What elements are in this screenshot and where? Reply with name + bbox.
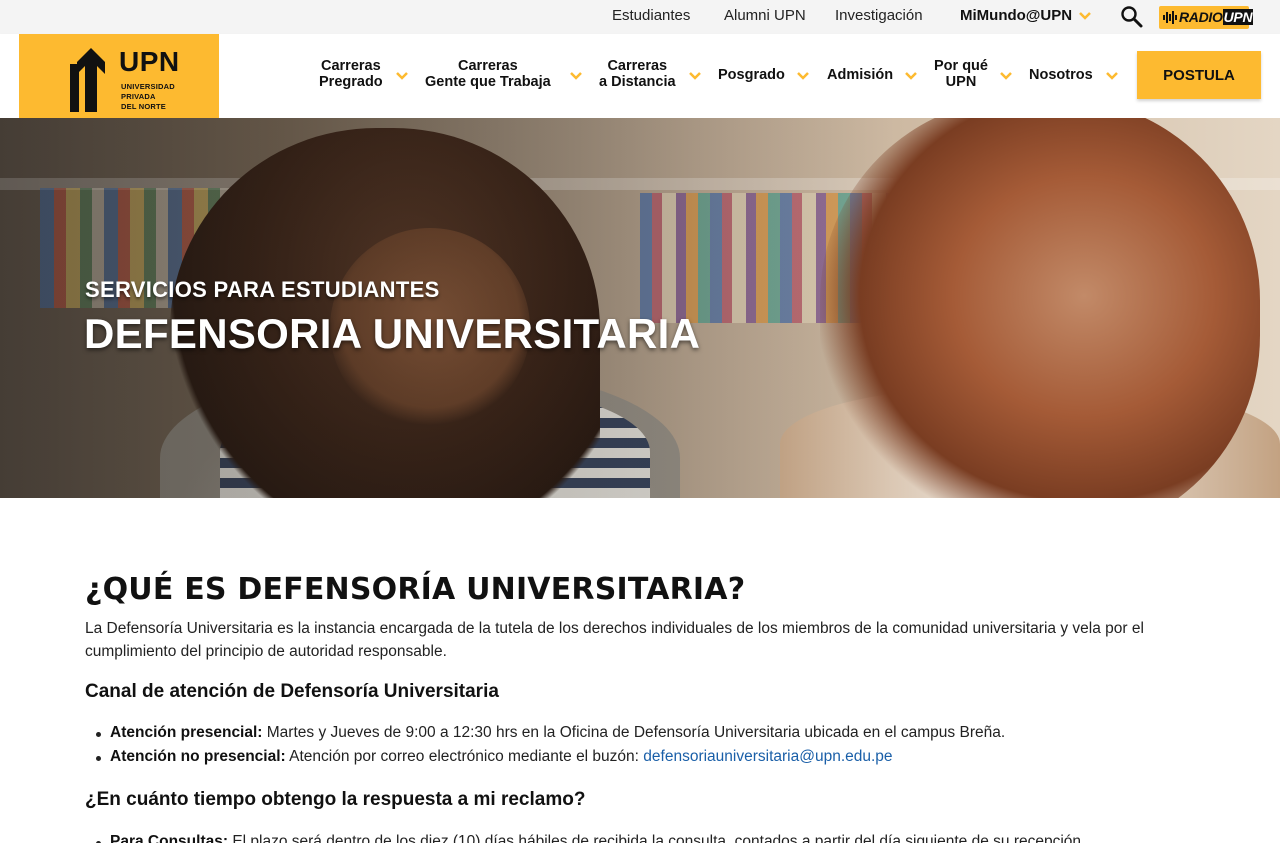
chevron-down-icon: [689, 72, 701, 80]
nav-label-line1: Carreras: [607, 58, 668, 74]
radio-label-part1: RADIO: [1179, 9, 1223, 25]
chevron-down-icon: [905, 72, 917, 80]
hero-title: DEFENSORIA UNIVERSITARIA: [84, 310, 701, 357]
utility-bar: Estudiantes Alumni UPN Investigación MiM…: [0, 0, 1280, 34]
email-link[interactable]: defensoriauniversitaria@upn.edu.pe: [643, 748, 892, 765]
logo-subtitle-line1: UNIVERSIDAD: [121, 82, 175, 91]
nav-nosotros[interactable]: Nosotros: [1029, 67, 1093, 83]
chevron-down-icon: [1079, 12, 1092, 20]
main-content: ¿QUÉ ES DEFENSORÍA UNIVERSITARIA? La Def…: [85, 570, 1195, 843]
item-text: Atención por correo electrónico mediante…: [285, 748, 644, 765]
nav-label-line2: Pregrado: [319, 74, 383, 90]
radio-label-part2: UPN: [1222, 9, 1254, 25]
nav-label-line2: Gente que Trabaja: [425, 74, 551, 90]
upn-logo[interactable]: UPN UNIVERSIDAD PRIVADA DEL NORTE: [19, 34, 219, 127]
tiempo-list: Para Consultas: El plazo será dentro de …: [85, 830, 1195, 843]
chevron-down-icon: [1106, 72, 1118, 80]
nav-carreras-gente-que-trabaja[interactable]: Carreras Gente que Trabaja: [425, 58, 551, 90]
chevron-down-icon: [1000, 72, 1012, 80]
list-item: Atención no presencial: Atención por cor…: [85, 745, 1195, 769]
nav-por-que-upn[interactable]: Por qué UPN: [934, 58, 988, 90]
item-label: Atención no presencial:: [110, 748, 286, 765]
intro-paragraph: La Defensoría Universitaria es la instan…: [85, 620, 1144, 660]
item-label: Para Consultas:: [110, 833, 229, 843]
nav-carreras-pregrado[interactable]: Carreras Pregrado: [319, 58, 383, 90]
nav-label-line1: Posgrado: [718, 67, 785, 83]
chevron-down-icon: [396, 72, 408, 80]
logo-subtitle-line2: PRIVADA: [121, 92, 156, 101]
link-investigacion[interactable]: Investigación: [835, 7, 923, 24]
item-text: El plazo será dentro de los diez (10) dí…: [228, 833, 1086, 843]
search-button[interactable]: [1120, 5, 1144, 29]
nav-label-line2: a Distancia: [599, 74, 676, 90]
main-header: UPN UNIVERSIDAD PRIVADA DEL NORTE Carrer…: [0, 34, 1280, 127]
nav-label-line2: UPN: [945, 74, 977, 90]
nav-label-line1: Carreras: [321, 58, 381, 74]
list-item: Atención presencial: Martes y Jueves de …: [85, 721, 1195, 745]
hero-overlay: [0, 118, 1280, 498]
upn-arrow-logo-icon: [70, 48, 105, 112]
logo-wordmark: UPN: [119, 46, 180, 77]
nav-label-line1: Carreras: [458, 58, 518, 74]
search-icon: [1121, 6, 1143, 28]
radio-upn-badge[interactable]: RADIOUPN: [1159, 6, 1254, 29]
nav-label-line1: Por qué: [934, 58, 988, 74]
link-alumni-upn[interactable]: Alumni UPN: [724, 7, 806, 24]
mimundo-dropdown[interactable]: MiMundo@UPN: [960, 7, 1092, 24]
nav-label-line1: Admisión: [827, 67, 894, 83]
canal-list: Atención presencial: Martes y Jueves de …: [85, 721, 1195, 769]
list-item: Para Consultas: El plazo será dentro de …: [85, 830, 1195, 843]
logo-subtitle: UNIVERSIDAD PRIVADA DEL NORTE: [121, 82, 175, 112]
item-text: Martes y Jueves de 9:00 a 12:30 hrs en l…: [262, 724, 1006, 741]
nav-admision[interactable]: Admisión: [827, 67, 893, 83]
chevron-down-icon: [570, 72, 582, 80]
hero-banner: SERVICIOS PARA ESTUDIANTES DEFENSORIA UN…: [0, 118, 1280, 498]
nav-label-line1: Nosotros: [1029, 67, 1093, 83]
mimundo-label: MiMundo@UPN: [960, 7, 1073, 24]
postula-button[interactable]: POSTULA: [1137, 51, 1261, 99]
nav-posgrado[interactable]: Posgrado: [718, 67, 785, 83]
canal-heading: Canal de atención de Defensoría Universi…: [85, 681, 499, 702]
nav-carreras-a-distancia[interactable]: Carreras a Distancia: [599, 58, 676, 90]
hero-kicker: SERVICIOS PARA ESTUDIANTES: [85, 277, 440, 302]
item-label: Atención presencial:: [110, 724, 263, 741]
chevron-down-icon: [797, 72, 809, 80]
link-estudiantes[interactable]: Estudiantes: [612, 7, 690, 24]
logo-subtitle-line3: DEL NORTE: [121, 102, 166, 111]
radio-upn-label: RADIOUPN: [1179, 9, 1254, 25]
section-heading: ¿QUÉ ES DEFENSORÍA UNIVERSITARIA?: [85, 572, 746, 607]
soundwave-icon: [1163, 11, 1177, 24]
tiempo-heading: ¿En cuánto tiempo obtengo la respuesta a…: [85, 789, 586, 810]
